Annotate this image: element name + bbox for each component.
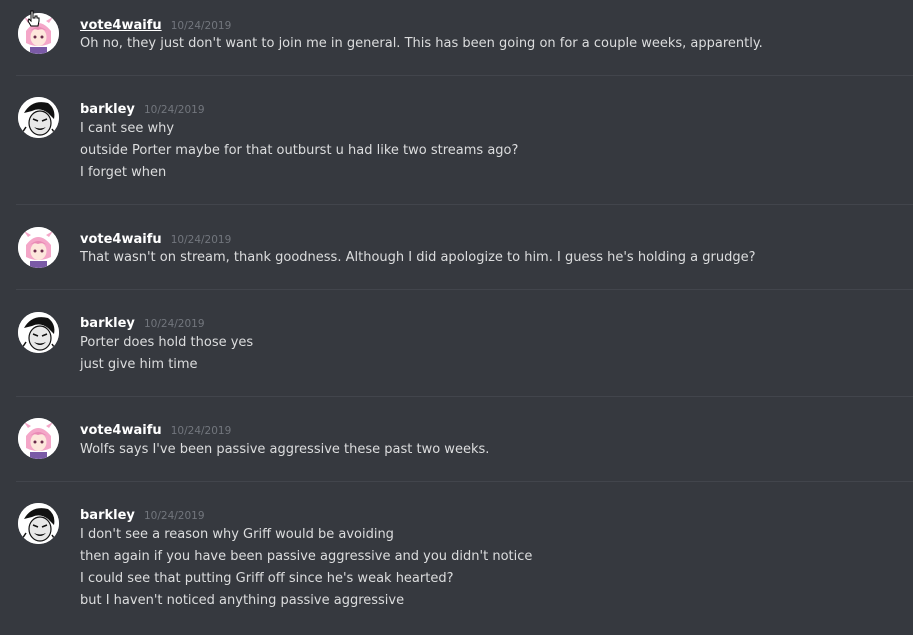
timestamp[interactable]: 10/24/2019 [144, 318, 205, 330]
manga-face-avatar[interactable] [18, 503, 59, 544]
message-text: That wasn't on stream, thank goodness. A… [80, 250, 756, 265]
message-text: I forget when [80, 165, 167, 180]
timestamp[interactable]: 10/24/2019 [171, 234, 232, 246]
message-text: Oh no, they just don't want to join me i… [80, 36, 763, 51]
message-header: vote4waifu 10/24/2019 [80, 419, 232, 438]
message-text: Wolfs says I've been passive aggressive … [80, 442, 490, 457]
author-name[interactable]: barkley [80, 508, 135, 523]
message-divider [16, 481, 913, 482]
message-header: vote4waifu 10/24/2019 [80, 14, 232, 33]
pink-hair-anime-avatar[interactable] [18, 227, 59, 268]
chat-messages: vote4waifu 10/24/2019 Oh no, they just d… [0, 0, 913, 635]
message-text: I could see that putting Griff off since… [80, 571, 454, 586]
message-text: Porter does hold those yes [80, 335, 254, 350]
message-divider [16, 204, 913, 205]
author-name[interactable]: vote4waifu [80, 232, 162, 247]
timestamp[interactable]: 10/24/2019 [144, 510, 205, 522]
timestamp[interactable]: 10/24/2019 [144, 104, 205, 116]
message-divider [16, 396, 913, 397]
message-text: outside Porter maybe for that outburst u… [80, 143, 519, 158]
message-header: barkley 10/24/2019 [80, 312, 205, 331]
author-name[interactable]: vote4waifu [80, 423, 162, 438]
message-text: then again if you have been passive aggr… [80, 549, 533, 564]
message-text: just give him time [80, 357, 198, 372]
hand-cursor-icon [27, 10, 40, 27]
message-divider [16, 75, 913, 76]
message-divider [16, 289, 913, 290]
manga-face-avatar[interactable] [18, 312, 59, 353]
message-header: vote4waifu 10/24/2019 [80, 228, 232, 247]
message-text: I cant see why [80, 121, 175, 136]
message-text: I don't see a reason why Griff would be … [80, 527, 394, 542]
message-text: but I haven't noticed anything passive a… [80, 593, 405, 608]
author-name[interactable]: vote4waifu [80, 18, 162, 33]
pink-hair-anime-avatar[interactable] [18, 418, 59, 459]
message-header: barkley 10/24/2019 [80, 98, 205, 117]
author-name[interactable]: barkley [80, 102, 135, 117]
author-name[interactable]: barkley [80, 316, 135, 331]
timestamp[interactable]: 10/24/2019 [171, 20, 232, 32]
timestamp[interactable]: 10/24/2019 [171, 425, 232, 437]
message-header: barkley 10/24/2019 [80, 504, 205, 523]
manga-face-avatar[interactable] [18, 97, 59, 138]
